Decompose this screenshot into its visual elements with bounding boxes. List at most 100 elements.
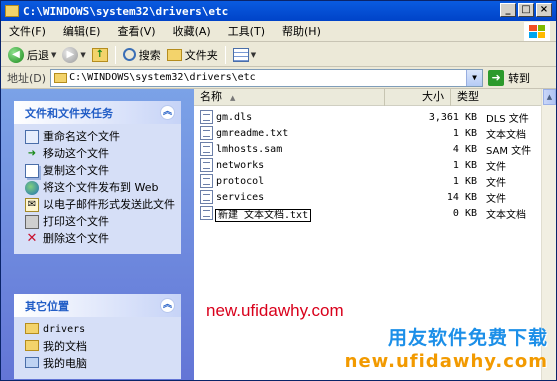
place-my-documents[interactable]: 我的文档	[25, 339, 177, 356]
file-row[interactable]: services 14 KB 文件	[194, 189, 506, 205]
file-name-text: gmreadme.txt	[216, 127, 289, 139]
move-icon: ➜	[27, 148, 37, 159]
go-arrow-icon: ➜	[488, 69, 505, 86]
place-label: drivers	[43, 324, 86, 335]
maximize-button[interactable]: □	[518, 3, 534, 17]
file-name: networks	[216, 160, 400, 171]
file-type: SAM 文件	[486, 145, 532, 157]
scroll-up-button[interactable]: ▲	[543, 89, 556, 105]
address-value: C:\WINDOWS\system32\drivers\etc	[69, 72, 256, 83]
views-button[interactable]: ▼	[230, 45, 259, 65]
address-label: 地址(D)	[7, 71, 47, 85]
column-name[interactable]: 名称 ▲	[194, 89, 385, 106]
task-label: 重命名这个文件	[43, 130, 120, 143]
menu-favorites[interactable]: 收藏(A)	[165, 23, 220, 39]
file-size: 1 KB	[452, 127, 477, 139]
search-button[interactable]: 搜索	[120, 45, 164, 65]
task-delete[interactable]: ✕ 删除这个文件	[25, 231, 177, 248]
delete-icon: ✕	[26, 231, 38, 246]
file-size: 14 KB	[446, 191, 477, 203]
file-tasks-header[interactable]: 文件和文件夹任务 ︽	[14, 101, 181, 124]
collapse-chevron-icon[interactable]: ︽	[160, 105, 175, 120]
file-icon	[200, 110, 213, 124]
forward-arrow-icon: ▶	[62, 46, 79, 63]
place-my-computer[interactable]: 我的电脑	[25, 356, 177, 373]
file-name-text[interactable]: 新建 文本文档.txt	[214, 208, 312, 222]
place-label: 我的电脑	[43, 357, 87, 370]
other-places-header[interactable]: 其它位置 ︽	[14, 294, 181, 317]
watermark-brand: 用友软件免费下载	[387, 327, 548, 349]
task-label: 将这个文件发布到 Web	[43, 181, 159, 194]
file-type: 文本文档	[486, 209, 526, 221]
file-name-text: protocol	[216, 175, 265, 187]
menu-file[interactable]: 文件(F)	[1, 23, 55, 39]
folders-button[interactable]: 文件夹	[164, 45, 221, 65]
file-row[interactable]: gmreadme.txt 1 KB 文本文档	[194, 125, 526, 141]
task-label: 复制这个文件	[43, 164, 109, 177]
menu-edit[interactable]: 编辑(E)	[55, 23, 110, 39]
file-name: gmreadme.txt	[216, 128, 400, 139]
address-dropdown-icon[interactable]: ▼	[466, 69, 483, 86]
collapse-chevron-icon[interactable]: ︽	[160, 298, 175, 313]
task-email[interactable]: ✉ 以电子邮件形式发送此文件	[25, 197, 177, 214]
go-button[interactable]: ➜ 转到	[488, 69, 530, 86]
file-size: 1 KB	[452, 159, 477, 171]
search-icon	[122, 48, 136, 61]
file-name-text: gm.dls	[216, 111, 253, 123]
search-label: 搜索	[138, 48, 161, 62]
task-print[interactable]: 打印这个文件	[25, 214, 177, 231]
window-title: C:\WINDOWS\system32\drivers\etc	[23, 4, 229, 18]
computer-icon	[25, 357, 39, 368]
forward-button[interactable]: ▶ ▼	[59, 45, 88, 65]
task-label: 打印这个文件	[43, 215, 109, 228]
file-icon	[200, 206, 213, 220]
folder-icon	[25, 323, 39, 334]
folder-icon	[54, 72, 68, 83]
column-size[interactable]: 大小	[385, 89, 451, 106]
chevron-down-icon: ▼	[80, 50, 86, 59]
back-button[interactable]: ◀ 后退 ▼	[5, 45, 59, 65]
task-publish-web[interactable]: 将这个文件发布到 Web	[25, 180, 177, 197]
address-bar: 地址(D) C:\WINDOWS\system32\drivers\etc ▼ …	[1, 67, 556, 89]
other-places-panel: 其它位置 ︽ drivers 我的文档 我的电脑	[14, 294, 181, 379]
file-icon	[200, 142, 213, 156]
up-folder-button[interactable]: ↑	[89, 45, 111, 65]
file-name: gm.dls	[216, 112, 400, 123]
file-name: lmhosts.sam	[216, 144, 400, 155]
task-copy[interactable]: 复制这个文件	[25, 163, 177, 180]
explorer-window: C:\WINDOWS\system32\drivers\etc _ □ × 文件…	[0, 0, 557, 381]
file-size: 0 KB	[452, 207, 477, 219]
file-type: 文件	[486, 193, 506, 205]
title-bar[interactable]: C:\WINDOWS\system32\drivers\etc _ □ ×	[1, 1, 556, 21]
file-row[interactable]: protocol 1 KB 文件	[194, 173, 506, 189]
minimize-button[interactable]: _	[500, 3, 516, 17]
address-input[interactable]: C:\WINDOWS\system32\drivers\etc ▼	[50, 68, 484, 87]
file-name: services	[216, 192, 400, 203]
task-move[interactable]: ➜ 移动这个文件	[25, 146, 177, 163]
folder-icon	[25, 340, 39, 351]
menu-tools[interactable]: 工具(T)	[220, 23, 274, 39]
column-header: 名称 ▲ 大小 类型	[194, 89, 556, 106]
email-icon: ✉	[25, 198, 39, 212]
menu-bar: 文件(F) 编辑(E) 查看(V) 收藏(A) 工具(T) 帮助(H)	[1, 21, 556, 42]
toolbar-separator	[224, 45, 226, 64]
toolbar-separator	[114, 45, 116, 64]
file-tasks-title: 文件和文件夹任务	[25, 106, 113, 120]
close-button[interactable]: ×	[536, 3, 552, 17]
file-icon	[200, 174, 213, 188]
file-row[interactable]: networks 1 KB 文件	[194, 157, 506, 173]
file-icon	[200, 190, 213, 204]
menu-view[interactable]: 查看(V)	[109, 23, 164, 39]
menu-help[interactable]: 帮助(H)	[274, 23, 330, 39]
column-name-label: 名称	[200, 90, 222, 103]
file-type: DLS 文件	[486, 113, 529, 125]
chevron-down-icon: ▼	[250, 50, 257, 59]
file-row[interactable]: 新建 文本文档.txt 0 KB 文本文档	[194, 205, 526, 222]
place-label: 我的文档	[43, 340, 87, 353]
file-row[interactable]: lmhosts.sam 4 KB SAM 文件	[194, 141, 531, 157]
place-drivers[interactable]: drivers	[25, 322, 177, 339]
task-label: 移动这个文件	[43, 147, 109, 160]
file-row[interactable]: gm.dls 3,361 KB DLS 文件	[194, 109, 529, 125]
chevron-down-icon: ▼	[51, 50, 57, 59]
task-rename[interactable]: 重命名这个文件	[25, 129, 177, 146]
